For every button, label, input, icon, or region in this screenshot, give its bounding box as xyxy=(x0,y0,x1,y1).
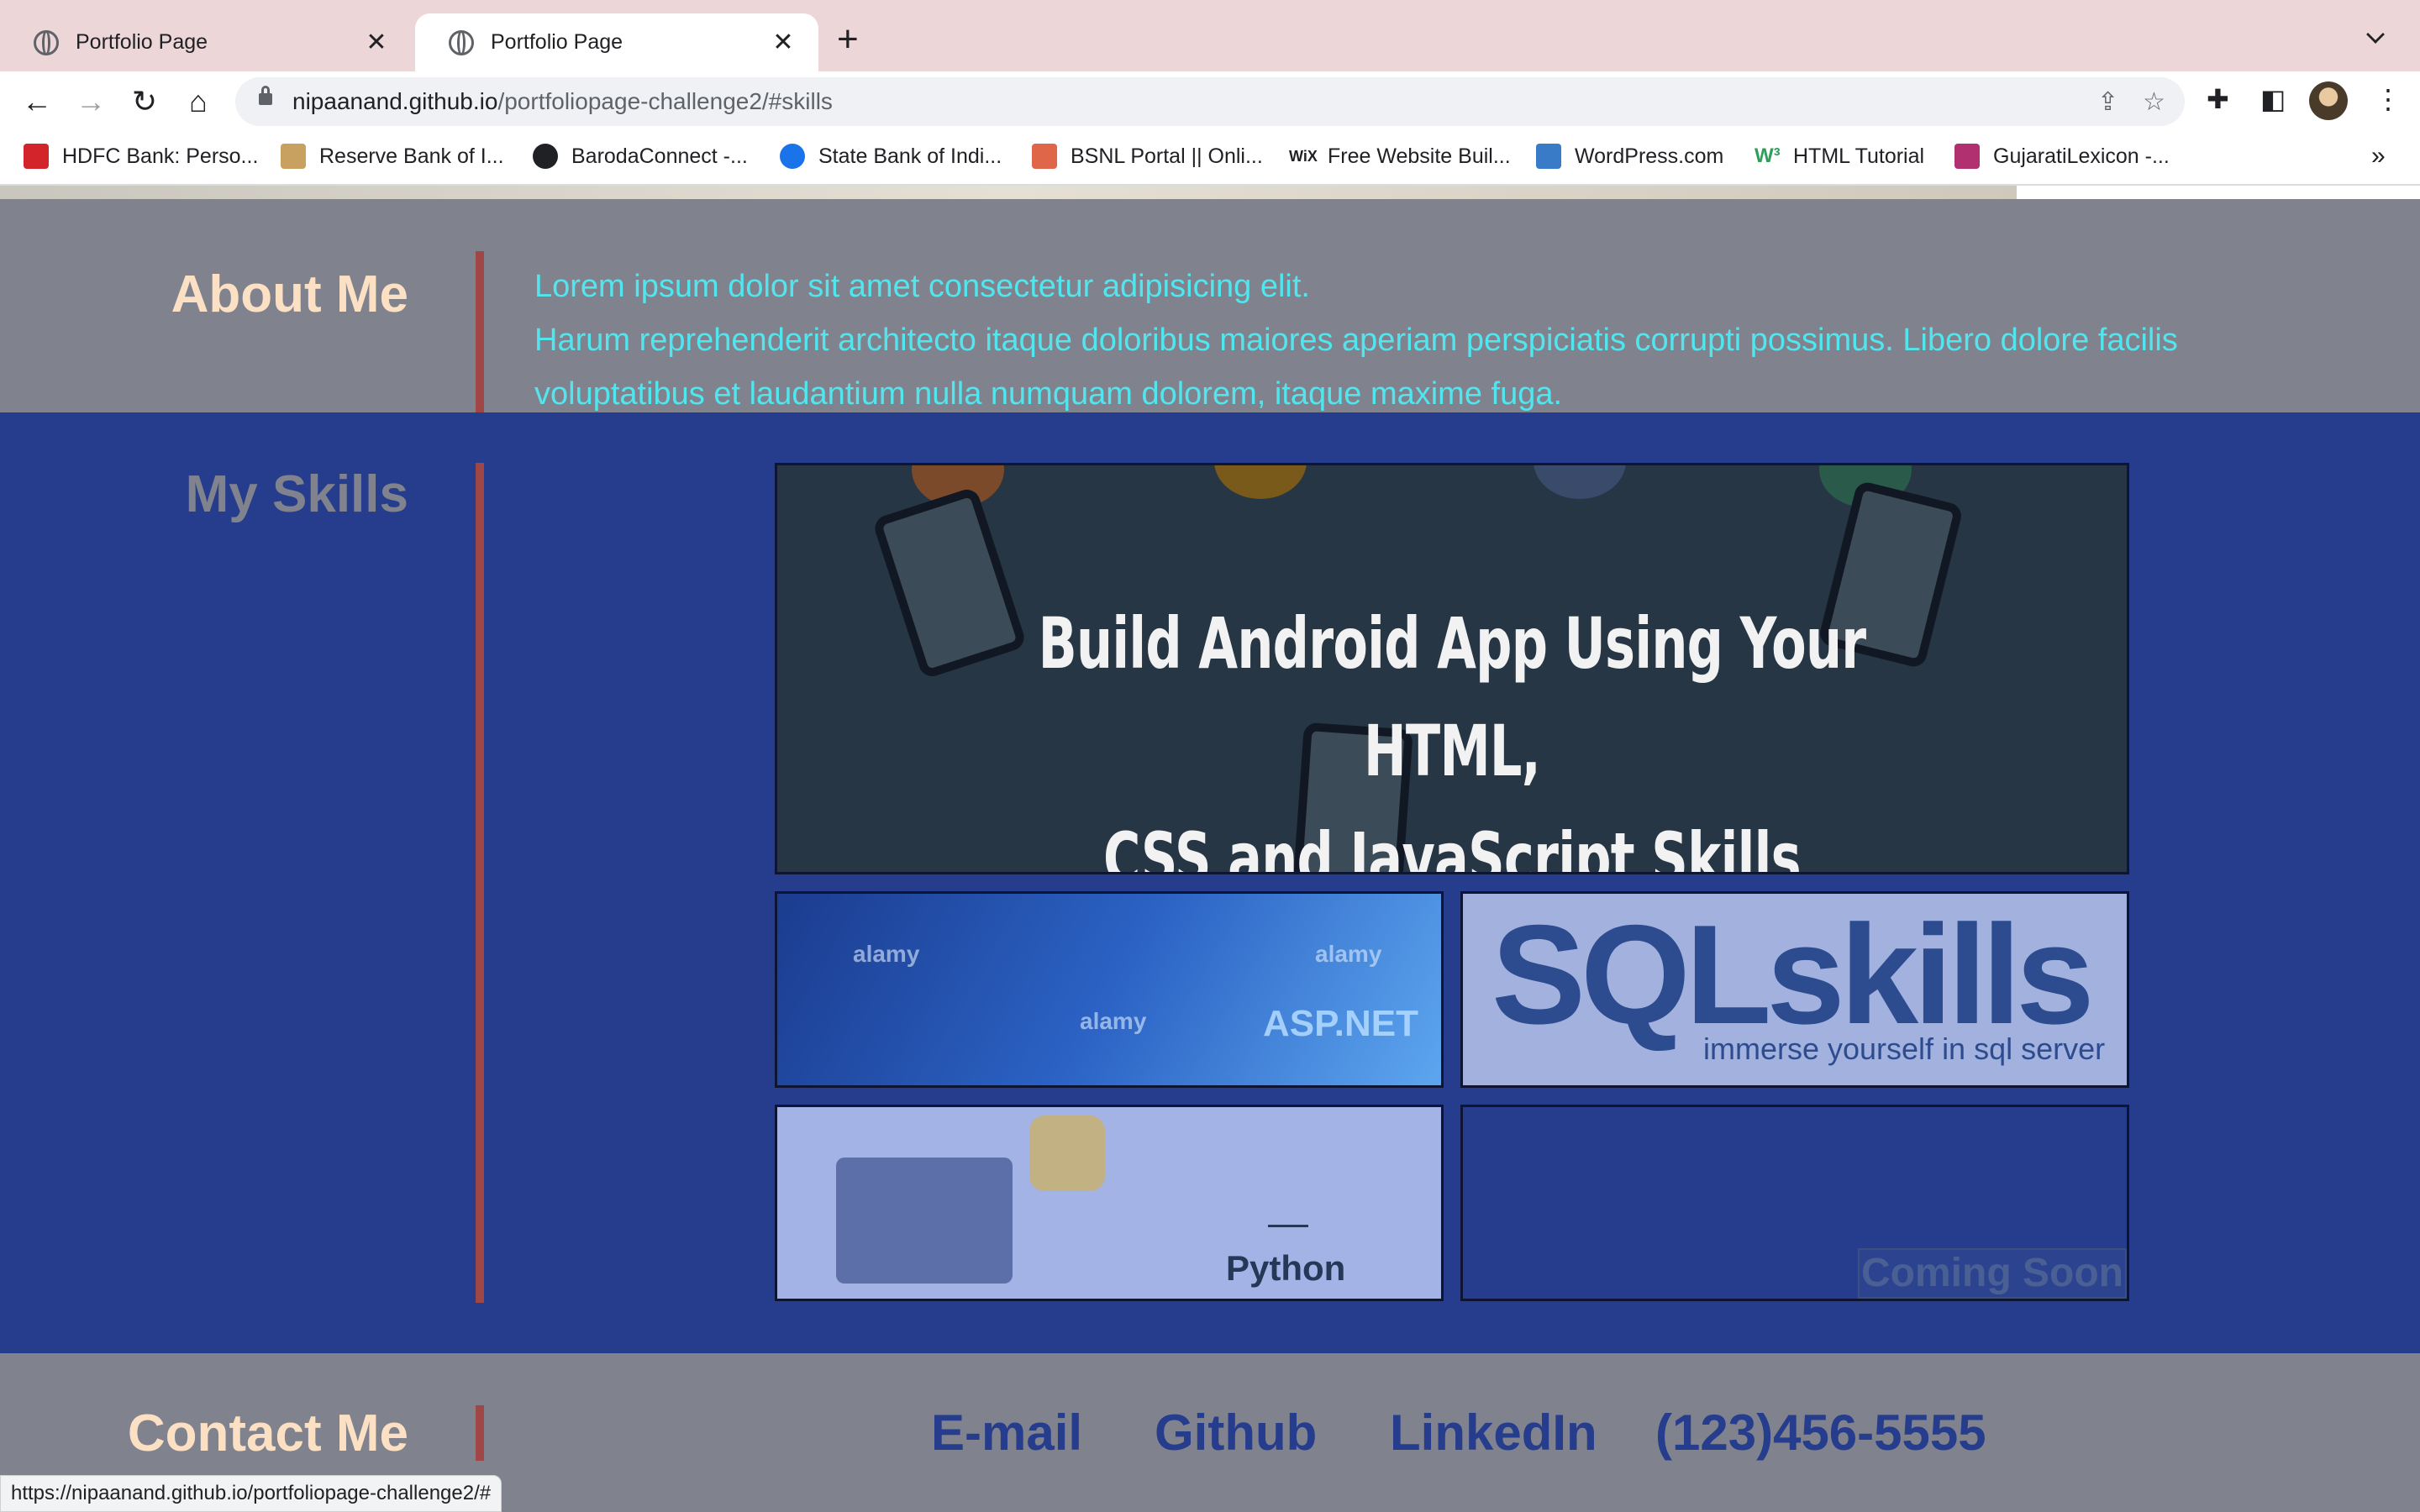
email-link[interactable]: E-mail xyxy=(931,1404,1082,1462)
skills-divider xyxy=(476,463,484,1303)
url-host: nipaanand.github.io xyxy=(292,88,498,114)
bookmarks-bar: HDFC Bank: Perso... Reserve Bank of I...… xyxy=(0,132,2420,186)
bookmark-label: Free Website Buil... xyxy=(1328,144,1511,168)
android-headline-line-1: Build Android App Using Your HTML, xyxy=(1038,602,1867,792)
bookmark-label: GujaratiLexicon -... xyxy=(1993,144,2170,168)
menu-kebab-icon[interactable]: ⋮ xyxy=(2375,83,2402,115)
globe-icon xyxy=(449,29,474,55)
w3schools-icon: W³ xyxy=(1754,144,1781,167)
bookmark-w3schools[interactable]: W³ HTML Tutorial xyxy=(1754,144,1924,169)
url-path: /portfoliopage-challenge2/#skills xyxy=(497,88,833,114)
sbi-icon xyxy=(780,144,805,169)
android-headline-line-2: CSS and JavaScript Skills xyxy=(1103,817,1802,874)
close-tab-icon[interactable]: ✕ xyxy=(768,28,798,57)
gujaratilexicon-icon xyxy=(1954,144,1980,169)
status-bar-url: https://nipaanand.github.io/portfoliopag… xyxy=(0,1475,502,1512)
bookmark-hdfc[interactable]: HDFC Bank: Perso... xyxy=(24,144,258,169)
about-paragraph: Lorem ipsum dolor sit amet consectetur a… xyxy=(534,260,2215,421)
lock-icon[interactable] xyxy=(259,86,272,105)
phone-link[interactable]: (123)456-5555 xyxy=(1655,1404,1986,1462)
skill-card-android[interactable]: Build Android App Using Your HTML, CSS a… xyxy=(775,463,2129,874)
side-panel-icon[interactable]: ◧ xyxy=(2260,83,2286,115)
aspnet-label: ASP.NET xyxy=(1263,1003,1419,1044)
bookmark-gujaratilexicon[interactable]: GujaratiLexicon -... xyxy=(1954,144,2170,169)
python-dash xyxy=(1268,1225,1308,1227)
page-viewport: About Me Lorem ipsum dolor sit amet cons… xyxy=(0,186,2420,1512)
bookmark-star-icon[interactable]: ☆ xyxy=(2143,87,2165,117)
tab-portfolio-2[interactable]: Portfolio Page ✕ xyxy=(415,13,818,71)
computer-illustration xyxy=(836,1158,1013,1284)
tab-title: Portfolio Page xyxy=(76,30,208,54)
skills-section: My Skills Build Android App Using Your H… xyxy=(0,412,2420,1353)
about-line-1: Lorem ipsum dolor sit amet consectetur a… xyxy=(534,269,1310,304)
about-divider xyxy=(476,251,484,412)
globe-icon xyxy=(533,144,558,169)
tab-search-chevron-icon[interactable] xyxy=(2366,25,2385,44)
close-tab-icon[interactable]: ✕ xyxy=(361,28,392,57)
sql-logo: SQLskills xyxy=(1491,895,2095,1053)
bookmark-label: BarodaConnect -... xyxy=(571,144,748,168)
android-headline: Build Android App Using Your HTML, CSS a… xyxy=(966,590,1938,874)
about-heading: About Me xyxy=(171,265,408,323)
back-arrow-icon[interactable]: ← xyxy=(18,83,55,120)
python-logo-icon xyxy=(1029,1116,1105,1191)
skill-card-aspnet[interactable]: alamy alamy alamy ASP.NET xyxy=(775,891,1444,1088)
wordpress-icon xyxy=(1536,144,1561,169)
skill-card-python[interactable]: Python xyxy=(775,1105,1444,1301)
profile-avatar[interactable] xyxy=(2309,81,2348,120)
skill-card-sql[interactable]: SQLskills immerse yourself in sql server xyxy=(1460,891,2129,1088)
bookmark-wix[interactable]: WiX Free Website Buil... xyxy=(1289,144,1511,169)
asp-watermark: alamy xyxy=(1315,941,1382,967)
python-label: Python xyxy=(1226,1248,1346,1288)
browser-toolbar: ← → ↻ ⌂ nipaanand.github.io/portfoliopag… xyxy=(0,71,2420,132)
forward-arrow-icon[interactable]: → xyxy=(72,83,109,120)
tab-strip: Portfolio Page ✕ Portfolio Page ✕ + xyxy=(0,0,2420,71)
skills-heading: My Skills xyxy=(185,465,408,523)
wix-icon: WiX xyxy=(1289,148,1318,165)
about-section: About Me Lorem ipsum dolor sit amet cons… xyxy=(0,199,2420,412)
about-line-2: Harum reprehenderit architecto itaque do… xyxy=(534,323,2178,412)
decor-ball xyxy=(1534,465,1626,499)
extensions-puzzle-icon[interactable]: ✚ xyxy=(2207,83,2229,115)
bookmark-wordpress[interactable]: WordPress.com xyxy=(1536,144,1723,169)
bookmark-rbi[interactable]: Reserve Bank of I... xyxy=(281,144,504,169)
skill-card-coming-soon[interactable]: Coming Soon xyxy=(1460,1105,2129,1301)
contact-heading: Contact Me xyxy=(127,1404,408,1462)
asp-watermark: alamy xyxy=(853,941,920,967)
coming-soon-label: Coming Soon xyxy=(1858,1248,2127,1299)
home-icon[interactable]: ⌂ xyxy=(180,83,217,120)
bookmark-label: BSNL Portal || Onli... xyxy=(1071,144,1263,168)
bookmark-bsnl[interactable]: BSNL Portal || Onli... xyxy=(1032,144,1263,169)
hdfc-icon xyxy=(24,144,49,169)
url-text[interactable]: nipaanand.github.io/portfoliopage-challe… xyxy=(292,88,833,115)
hero-image-edge xyxy=(0,186,2017,199)
linkedin-link[interactable]: LinkedIn xyxy=(1390,1404,1597,1462)
github-link[interactable]: Github xyxy=(1155,1404,1317,1462)
contact-divider xyxy=(476,1405,484,1461)
address-bar[interactable]: nipaanand.github.io/portfoliopage-challe… xyxy=(235,77,2185,126)
new-tab-icon[interactable]: + xyxy=(837,18,859,60)
bookmark-label: HTML Tutorial xyxy=(1793,144,1925,168)
reload-icon[interactable]: ↻ xyxy=(126,83,163,120)
rbi-icon xyxy=(281,144,306,169)
bookmark-label: Reserve Bank of I... xyxy=(319,144,504,168)
share-icon[interactable]: ⇪ xyxy=(2097,87,2118,117)
asp-watermark: alamy xyxy=(1080,1008,1147,1034)
sql-tagline: immerse yourself in sql server xyxy=(1703,1032,2106,1066)
globe-icon xyxy=(34,29,59,55)
tab-portfolio-1[interactable]: Portfolio Page ✕ xyxy=(0,13,412,71)
bsnl-icon xyxy=(1032,144,1057,169)
bookmark-label: WordPress.com xyxy=(1575,144,1724,168)
bookmark-label: State Bank of Indi... xyxy=(818,144,1002,168)
bookmark-label: HDFC Bank: Perso... xyxy=(62,144,259,168)
bookmarks-overflow-icon[interactable]: » xyxy=(2371,142,2386,171)
bookmark-barodaconnect[interactable]: BarodaConnect -... xyxy=(533,144,748,169)
tab-title: Portfolio Page xyxy=(491,30,623,54)
bookmark-sbi[interactable]: State Bank of Indi... xyxy=(780,144,1002,169)
decor-ball xyxy=(1214,465,1307,499)
